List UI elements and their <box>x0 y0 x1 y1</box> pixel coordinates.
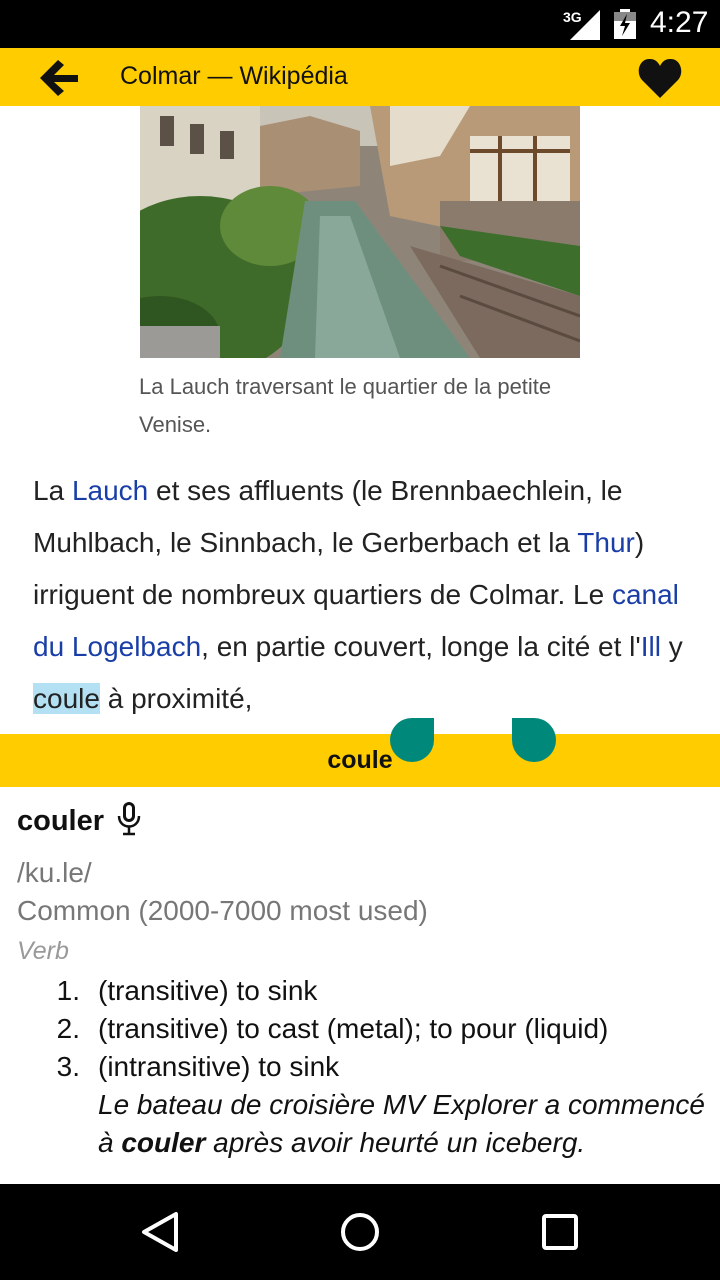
part-of-speech: Verb <box>17 937 69 965</box>
link-lauch[interactable]: Lauch <box>72 475 148 506</box>
back-arrow-icon[interactable] <box>40 60 80 96</box>
definition-number: 2. <box>56 1013 80 1044</box>
nav-back-icon[interactable] <box>136 1208 184 1256</box>
para-text: à proximité, <box>99 683 253 714</box>
para-text: La <box>33 475 72 506</box>
definition-text: (transitive) to cast (metal); to pour (l… <box>98 1013 609 1044</box>
definition-number: 3. <box>56 1051 80 1082</box>
definition-item: 2. (transitive) to cast (metal); to pour… <box>17 1010 707 1048</box>
example-text: après avoir heurté un iceberg. <box>205 1127 586 1158</box>
link-ill[interactable]: Ill <box>641 631 661 662</box>
selected-word[interactable]: coule <box>33 683 100 714</box>
usage-example: Le bateau de croisière MV Explorer a com… <box>98 1086 707 1162</box>
clock: 4:27 <box>650 6 709 39</box>
dictionary-panel[interactable]: couler /ku.le/ Common (2000-7000 most us… <box>0 787 720 1184</box>
pronunciation: /ku.le/ <box>17 857 92 888</box>
microphone-icon[interactable] <box>117 802 141 836</box>
system-nav-bar <box>0 1184 720 1280</box>
definition-item: 1. (transitive) to sink <box>17 972 707 1010</box>
definition-text-main: (intransitive) to sink <box>98 1051 340 1082</box>
lookup-word: coule <box>327 746 393 774</box>
selection-end-handle[interactable] <box>512 718 556 762</box>
article-photo <box>140 106 580 358</box>
definition-number: 1. <box>56 975 80 1006</box>
canal-photo-illustration <box>140 106 580 358</box>
photo-caption: La Lauch traversant le quartier de la pe… <box>139 374 552 437</box>
signal-icon <box>570 10 600 40</box>
definition-item: 3. (intransitive) to sink Le bateau de c… <box>17 1048 707 1162</box>
definition-list: 1. (transitive) to sink 2. (transitive) … <box>17 972 707 1162</box>
battery-icon <box>614 9 636 39</box>
nav-home-icon[interactable] <box>336 1208 384 1256</box>
dictionary-header: coule <box>0 734 720 787</box>
definition-text: (intransitive) to sink Le bateau de croi… <box>80 1048 707 1162</box>
favorite-heart-icon[interactable] <box>638 58 682 98</box>
para-text: , en partie couvert, longe la cité et l' <box>201 631 641 662</box>
app-toolbar: Colmar — Wikipédia <box>0 48 720 106</box>
link-thur[interactable]: Thur <box>577 527 635 558</box>
selection-start-handle[interactable] <box>390 718 434 762</box>
example-keyword: couler <box>121 1127 206 1158</box>
status-bar: 3G 4:27 <box>0 0 720 48</box>
para-text: y <box>660 631 683 662</box>
nav-recents-icon[interactable] <box>536 1208 584 1256</box>
dictionary-headword: couler <box>17 805 105 837</box>
article-paragraph: La Lauch et ses affluents (le Brennbaech… <box>33 465 693 725</box>
page-title: Colmar — Wikipédia <box>120 62 348 90</box>
definition-text: (transitive) to sink <box>98 975 318 1006</box>
frequency-label: Common (2000-7000 most used) <box>17 895 428 926</box>
